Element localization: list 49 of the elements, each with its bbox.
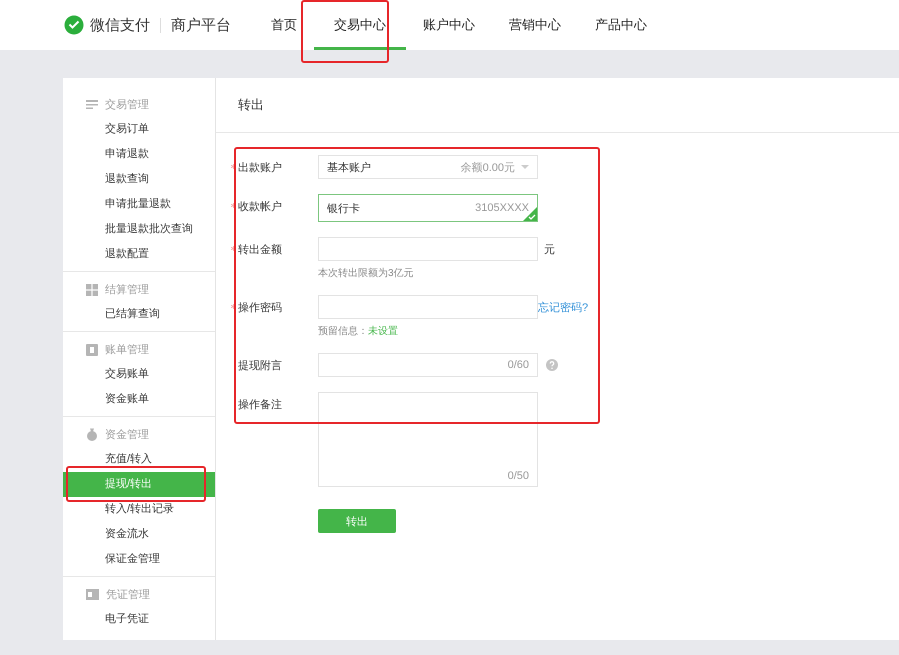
- nav-tab[interactable]: 账户中心: [406, 0, 492, 50]
- nav-tab[interactable]: 产品中心: [578, 0, 664, 50]
- field-label: 提现附言: [238, 360, 282, 372]
- account-select[interactable]: 基本账户 余额0.00元: [318, 155, 538, 179]
- brand-name: 微信支付: [90, 16, 150, 34]
- sidebar-item[interactable]: 转入/转出记录: [63, 497, 215, 522]
- field-label: 转出金额: [238, 244, 282, 256]
- password-field[interactable]: [318, 295, 538, 319]
- field-label: 操作备注: [238, 399, 282, 411]
- hint-label: 预留信息：: [318, 324, 368, 338]
- caret-icon: [521, 165, 529, 169]
- nav-tab[interactable]: 营销中心: [492, 0, 578, 50]
- field-label: 操作密码: [238, 302, 282, 314]
- sidebar-item[interactable]: 保证金管理: [63, 547, 215, 572]
- grid-icon: [86, 284, 98, 296]
- sidebar-item[interactable]: 已结算查询: [63, 302, 215, 327]
- help-icon[interactable]: [546, 359, 558, 371]
- sidebar-item[interactable]: 退款查询: [63, 167, 215, 192]
- group-title: 结算管理: [105, 283, 149, 297]
- sidebar-item[interactable]: 交易账单: [63, 362, 215, 387]
- limit-hint: 本次转出限额为3亿元: [318, 266, 415, 280]
- sidebar-item[interactable]: 资金流水: [63, 522, 215, 547]
- unit-label: 元: [544, 242, 555, 256]
- sidebar-item[interactable]: 交易订单: [63, 117, 215, 142]
- nav-tab[interactable]: 首页: [254, 0, 314, 50]
- document-icon: [86, 344, 98, 356]
- sidebar-item[interactable]: 资金账单: [63, 387, 215, 412]
- field-label: 出款账户: [238, 162, 282, 174]
- money-bag-icon: [86, 428, 98, 441]
- sidebar-item[interactable]: 批量退款批次查询: [63, 217, 215, 242]
- page-title: 转出: [238, 96, 264, 114]
- sidebar-item[interactable]: 电子凭证: [63, 607, 215, 632]
- sidebar-item[interactable]: 充值/转入: [63, 447, 215, 472]
- field-label: 收款帐户: [238, 201, 282, 213]
- group-title: 资金管理: [105, 428, 149, 442]
- card-icon: [86, 589, 99, 600]
- group-title: 交易管理: [105, 98, 149, 112]
- hint-value: 未设置: [368, 324, 398, 338]
- account-option[interactable]: 银行卡 3105XXXX: [318, 194, 538, 222]
- group-title: 账单管理: [105, 343, 149, 357]
- group-title: 凭证管理: [106, 588, 150, 602]
- sidebar-item[interactable]: 申请退款: [63, 142, 215, 167]
- nav-tab[interactable]: 交易中心: [314, 0, 406, 50]
- list-icon: [86, 100, 98, 110]
- forgot-password-link[interactable]: 忘记密码?: [538, 300, 588, 314]
- sidebar-item[interactable]: 退款配置: [63, 242, 215, 267]
- product-name: 商户平台: [171, 16, 231, 34]
- amount-field[interactable]: [318, 237, 538, 261]
- sidebar-item[interactable]: 申请批量退款: [63, 192, 215, 217]
